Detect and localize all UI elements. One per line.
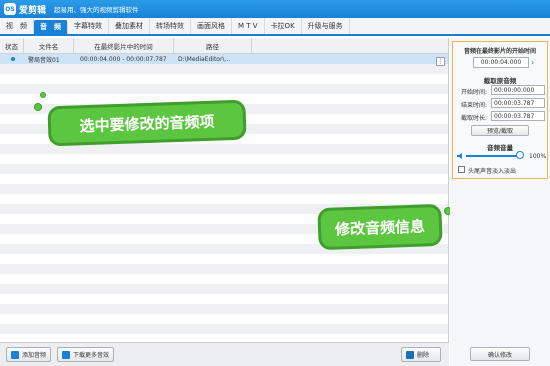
tab-overlay[interactable]: 叠加素材 [109,18,150,34]
empty-row [0,184,448,194]
app-name: 爱剪辑 [19,5,47,16]
app-logo-icon: OS [4,3,16,15]
header-path[interactable]: 路径 [174,38,252,54]
main-tab-bar: 视 频 音 频 字幕特效 叠加素材 转场特效 画面风格 M T V 卡拉OK 升… [0,18,550,36]
tab-picture-style[interactable]: 画面风格 [191,18,232,34]
callout-bubble-medium [34,103,42,111]
header-filename[interactable]: 文件名 [24,38,74,54]
clip-duration-input[interactable]: 00:00:03.787 [491,111,545,121]
download-more-button[interactable]: 下载更多音效 [57,347,115,362]
app-slogan: 超易用、强大的视频剪辑软件 [54,6,139,14]
empty-row [0,274,448,284]
tab-karaoke[interactable]: 卡拉OK [265,18,302,34]
chevron-right-icon[interactable]: › [531,57,539,68]
bottom-toolbar: 添加音频 下载更多音效 删除 [0,342,449,366]
header-status[interactable]: 状态 [0,38,24,54]
clip-end-label: 结束时间: [461,102,488,109]
empty-row [0,314,448,324]
clip-duration-label: 截取时长: [461,115,488,122]
start-time-input[interactable]: 00:00:04.000 [473,57,529,68]
fade-checkbox[interactable] [458,166,465,173]
tab-upgrade-service[interactable]: 升级与服务 [302,18,350,34]
fade-label: 头尾声音淡入淡出 [468,168,517,175]
confirm-modify-button[interactable]: 确认修改 [470,347,530,361]
clip-end-input[interactable]: 00:00:03.787 [491,98,545,108]
start-time-title: 音频在最终影片的开始时间 [463,48,536,55]
volume-section-title: 音频音量 [487,144,513,152]
clip-start-label: 开始时间: [461,89,488,96]
volume-slider-track[interactable] [466,155,520,157]
delete-button[interactable]: 删除 [401,347,441,362]
volume-value: 100% [529,153,547,160]
tab-mtv[interactable]: M T V [232,18,265,34]
empty-row [0,64,448,74]
clip-start-input[interactable]: 00:00:00.000 [491,85,545,95]
tab-video[interactable]: 视 频 [0,18,34,34]
preview-clip-button[interactable]: 预览/截取 [471,125,529,136]
row-time: 00:00:04.000 - 00:00:07.787 [80,55,167,63]
empty-row [0,164,448,174]
audio-list: 状态 文件名 在最终影片中的时间 路径 警局音效01 00:00:04.000 … [0,38,449,342]
music-note-icon [11,350,19,359]
tab-transitions[interactable]: 转场特效 [150,18,191,34]
empty-row [0,254,448,264]
empty-row [0,304,448,314]
empty-row [0,264,448,274]
audio-properties-panel: 音频在最终影片的开始时间 00:00:04.000 › 截取原音频 开始时间: … [450,38,550,366]
row-filename: 警局音效01 [28,56,60,64]
callout-modify-audio: 修改音频信息 [317,203,443,251]
empty-row [0,84,448,94]
download-icon [62,350,71,359]
callout-select-audio: 选中要修改的音频项 [47,99,247,147]
empty-row [0,74,448,84]
trash-icon [406,350,414,359]
tab-audio[interactable]: 音 频 [34,20,68,34]
row-menu-button[interactable]: ⋮ [436,57,445,66]
audio-settings-box: 音频在最终影片的开始时间 00:00:04.000 › 截取原音频 开始时间: … [452,41,548,179]
tab-subtitle-effects[interactable]: 字幕特效 [68,18,109,34]
empty-row [0,284,448,294]
row-path: D:\MediaEditor\... [178,55,231,63]
empty-row [0,294,448,304]
callout-bubble-small [40,92,46,98]
add-audio-button[interactable]: 添加音频 [6,347,52,362]
status-dot-icon [11,57,15,61]
title-bar: OS 爱剪辑 超易用、强大的视频剪辑软件 [0,0,550,18]
clip-section-title: 截取原音频 [483,77,517,85]
table-row[interactable]: 警局音效01 00:00:04.000 - 00:00:07.787 D:\Me… [0,54,448,64]
speaker-icon [457,152,465,160]
volume-slider-thumb[interactable] [516,151,524,159]
list-header: 状态 文件名 在最终影片中的时间 路径 [0,38,448,54]
empty-row [0,324,448,334]
empty-row [0,154,448,164]
empty-row [0,334,448,342]
header-time[interactable]: 在最终影片中的时间 [74,38,174,54]
empty-row [0,194,448,204]
empty-row [0,174,448,184]
